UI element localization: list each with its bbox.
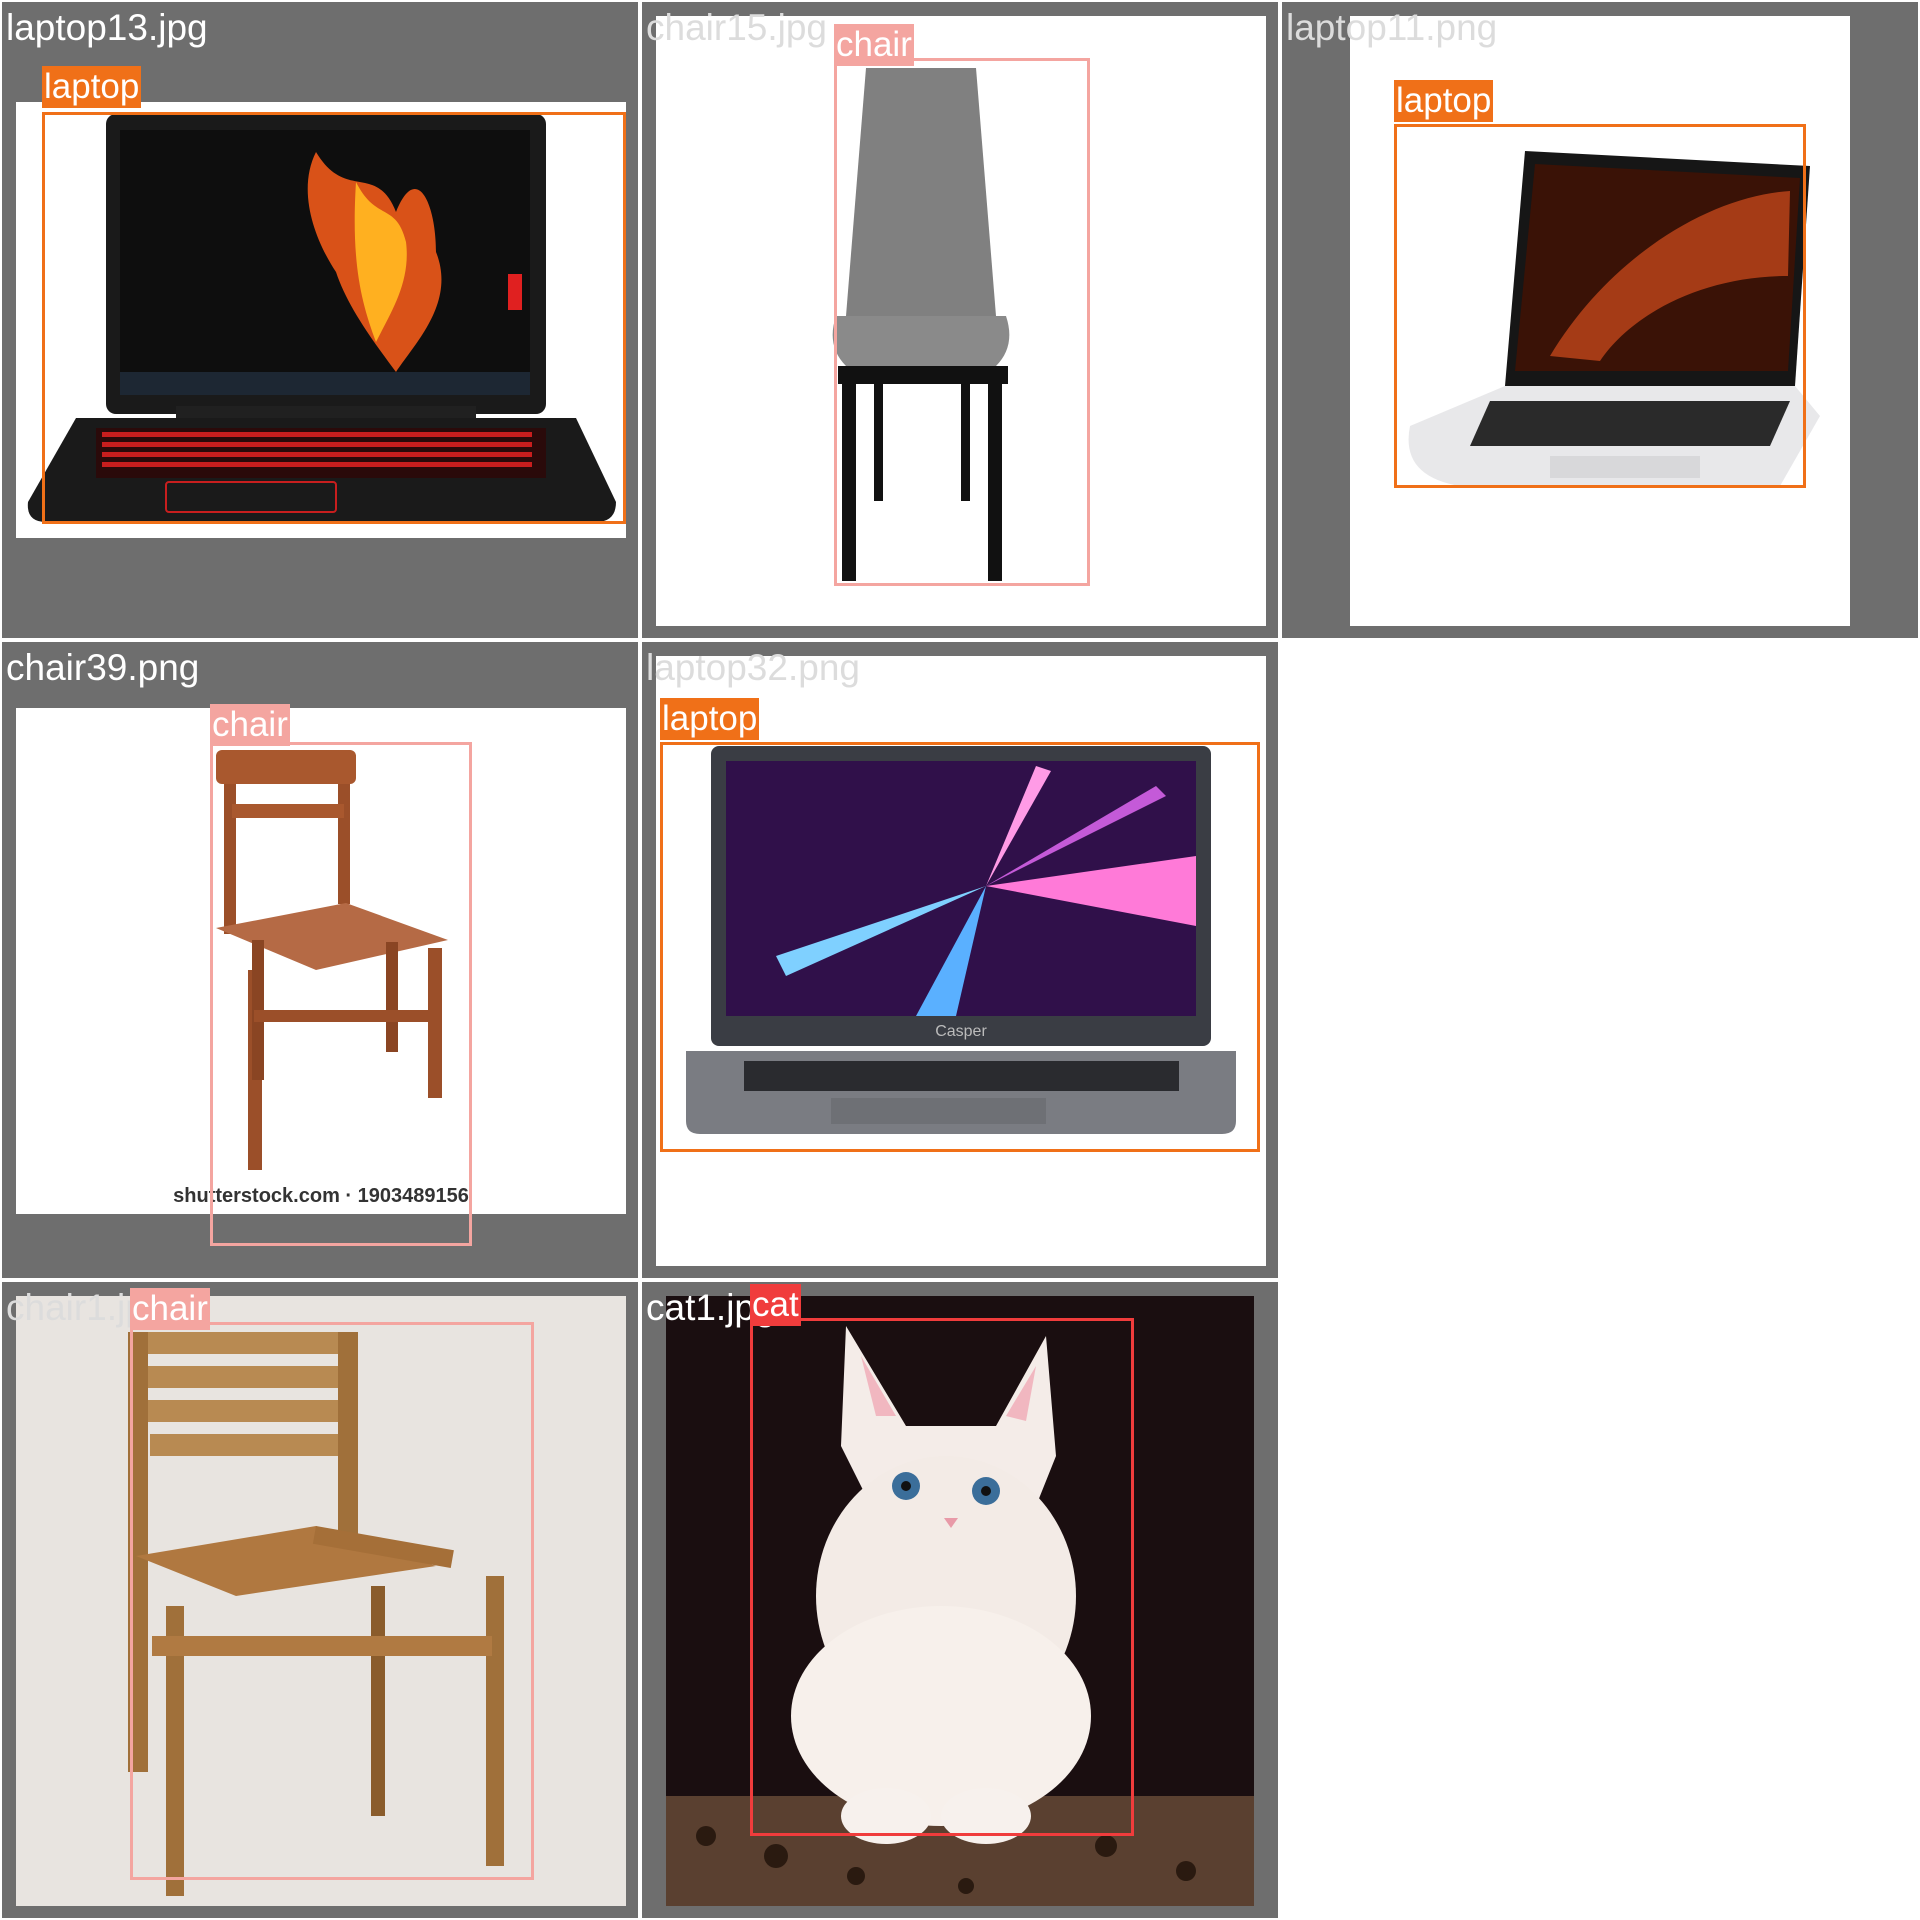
detection-label: laptop <box>1394 80 1494 122</box>
detection-label: chair <box>834 24 914 66</box>
image-tile: chair15.jpg chair <box>642 2 1278 638</box>
chair-bounding-box <box>210 742 472 1246</box>
laptop-bounding-box <box>42 112 626 524</box>
detection-label: laptop <box>42 66 142 108</box>
image-filename: chair15.jpg <box>646 7 828 48</box>
image-filename: laptop11.png <box>1286 7 1498 48</box>
image-tile: laptop11.png laptop <box>1282 2 1918 638</box>
detection-label: chair <box>210 704 290 746</box>
image-tile: Casper laptop32.png laptop <box>642 642 1278 1278</box>
detection-label: cat <box>750 1284 801 1326</box>
image-tile: shutterstock.com · 1903489156 chair39.pn… <box>2 642 638 1278</box>
image-filename: chair39.png <box>6 647 200 688</box>
chair-bounding-box <box>130 1322 534 1880</box>
detection-label: laptop <box>660 698 760 740</box>
laptop-bounding-box <box>660 742 1260 1152</box>
cat-bounding-box <box>750 1318 1134 1836</box>
laptop-bounding-box <box>1394 124 1806 488</box>
image-tile: chair1.jpg chair <box>2 1282 638 1918</box>
image-tile: laptop13.jpg laptop <box>2 2 638 638</box>
image-tile: cat1.jpg cat <box>642 1282 1278 1918</box>
image-filename: laptop13.jpg <box>6 7 208 48</box>
detection-label: chair <box>130 1288 210 1330</box>
chair-bounding-box <box>834 58 1090 586</box>
image-filename: laptop32.png <box>646 647 860 688</box>
